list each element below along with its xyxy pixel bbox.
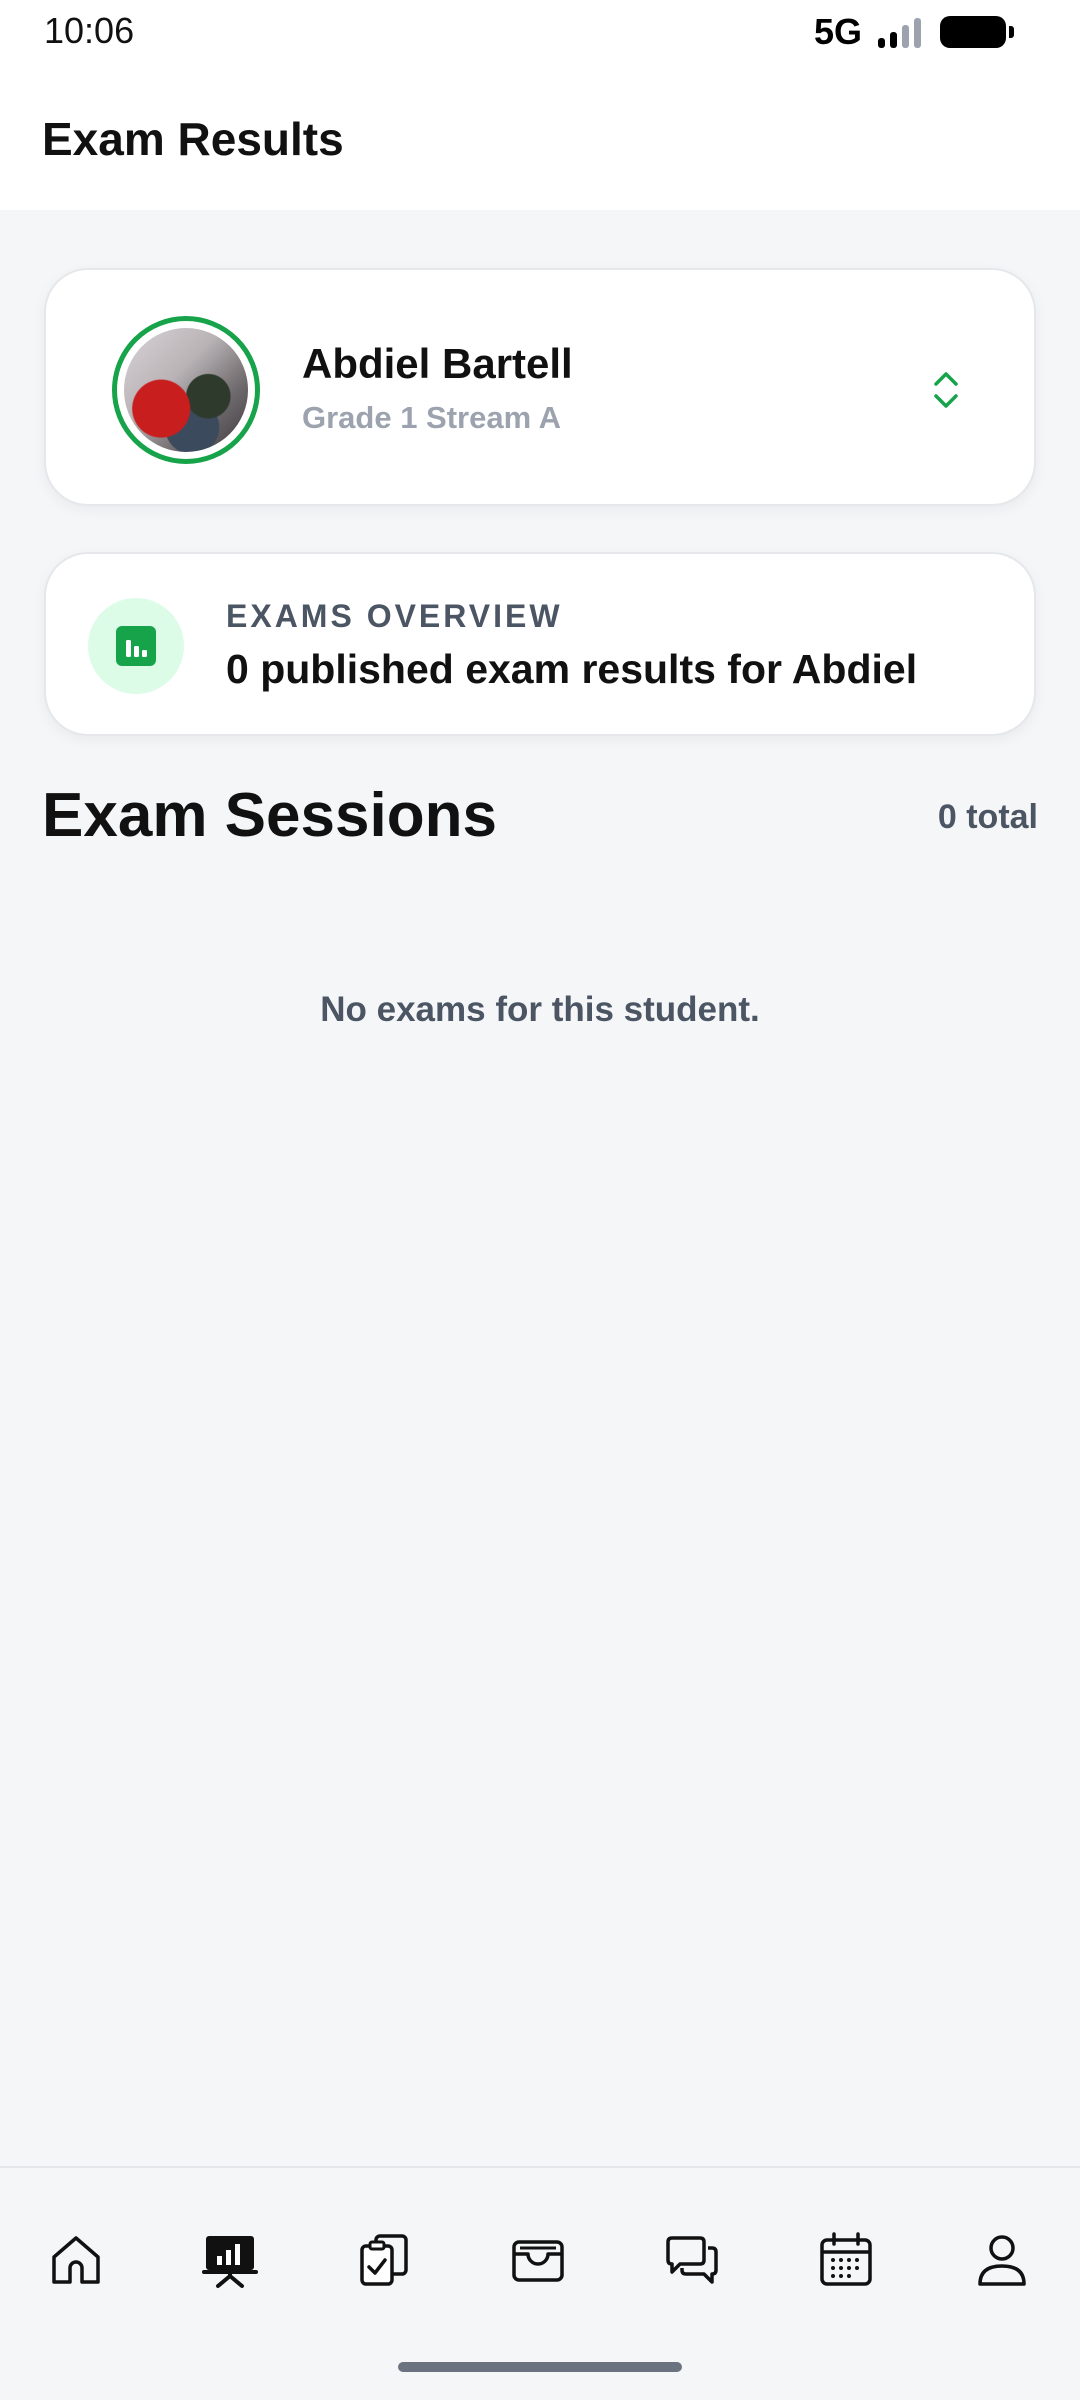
battery-icon	[940, 16, 1014, 48]
chevron-up-down-icon[interactable]	[926, 364, 966, 416]
chat-bubbles-icon	[666, 2236, 718, 2284]
nav-exam-results[interactable]	[190, 2220, 270, 2300]
app-header: Exam Results	[0, 60, 1080, 210]
calendar-icon	[820, 2232, 872, 2286]
sessions-title: Exam Sessions	[42, 781, 497, 850]
nav-assignments[interactable]	[344, 2220, 424, 2300]
signal-strength-icon	[878, 16, 926, 48]
sessions-total-count: 0 total	[937, 798, 1038, 836]
bar-chart-icon	[116, 626, 156, 666]
overview-summary: 0 published exam results for Abdiel	[226, 646, 918, 692]
page-title: Exam Results	[42, 113, 344, 165]
nav-messages[interactable]	[652, 2220, 732, 2300]
status-indicators: 5G	[813, 11, 1014, 52]
status-time: 10:06	[44, 10, 135, 51]
network-type: 5G	[813, 11, 862, 52]
overview-icon-badge	[88, 598, 184, 694]
user-icon	[978, 2235, 1026, 2286]
nav-profile[interactable]	[962, 2220, 1042, 2300]
student-name: Abdiel Bartell	[302, 340, 573, 387]
student-selector-card[interactable]: Abdiel Bartell Grade 1 Stream A	[44, 268, 1036, 506]
empty-state-message: No exams for this student.	[320, 990, 760, 1029]
presentation-chart-icon	[202, 2236, 258, 2288]
student-class: Grade 1 Stream A	[302, 400, 562, 435]
home-indicator[interactable]	[398, 2362, 682, 2372]
nav-fees[interactable]	[498, 2220, 578, 2300]
nav-home[interactable]	[36, 2220, 116, 2300]
nav-calendar[interactable]	[806, 2220, 886, 2300]
exams-overview-card: EXAMS OVERVIEW 0 published exam results …	[44, 552, 1036, 736]
home-icon	[52, 2236, 100, 2284]
clipboard-check-icon	[360, 2234, 408, 2286]
avatar-ring	[112, 316, 260, 464]
student-avatar	[124, 328, 248, 452]
overview-label: EXAMS OVERVIEW	[226, 598, 563, 634]
status-bar: 10:06 5G	[0, 0, 1080, 60]
wallet-icon	[512, 2240, 564, 2282]
